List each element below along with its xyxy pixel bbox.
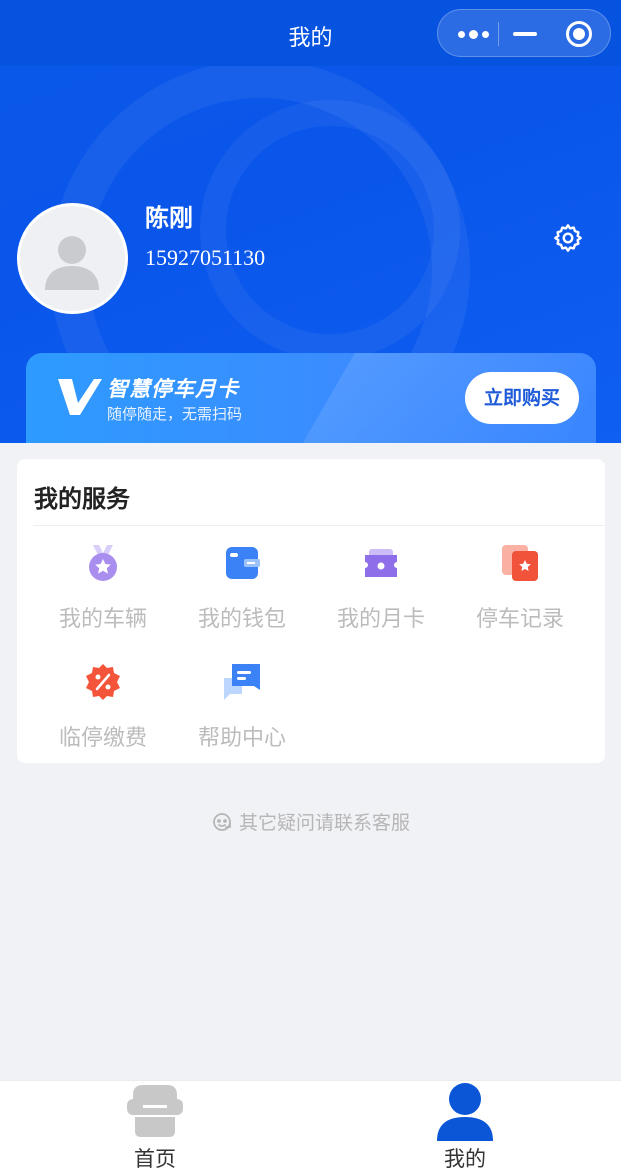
- chat-help-icon: [222, 662, 262, 702]
- ticket-card-icon: [361, 543, 401, 583]
- service-label: 我的车辆: [58, 607, 147, 632]
- target-close-icon[interactable]: [566, 21, 592, 47]
- service-my-wallet[interactable]: 我的钱包: [172, 543, 312, 653]
- service-temporary-parking-payment[interactable]: 临停缴费: [33, 662, 173, 772]
- service-my-monthly-card[interactable]: 我的月卡: [311, 543, 451, 653]
- v-logo-icon: [56, 373, 104, 421]
- header-decoration-inner: [200, 100, 460, 360]
- contact-text: 其它疑问请联系客服: [238, 812, 410, 834]
- service-label: 帮助中心: [197, 726, 286, 751]
- service-parking-records[interactable]: 停车记录: [450, 543, 590, 653]
- buy-now-button[interactable]: 立即购买: [465, 372, 579, 424]
- customer-service-icon: [211, 811, 233, 833]
- tab-label: 首页: [134, 1147, 176, 1170]
- gear-icon[interactable]: [552, 222, 584, 254]
- nav-bar: 我的: [0, 0, 621, 66]
- profile-header: 我的 陈刚 15927051130 智慧停车月卡 随停随走，无需扫码 立即购买: [0, 0, 621, 443]
- service-label: 临停缴费: [58, 726, 147, 751]
- home-car-icon: [123, 1081, 187, 1141]
- contact-customer-service[interactable]: 其它疑问请联系客服: [0, 808, 621, 835]
- service-label: 停车记录: [475, 607, 564, 632]
- banner-subtitle: 随停随走，无需扫码: [107, 405, 243, 423]
- more-dots-icon[interactable]: [458, 26, 498, 42]
- service-my-vehicles[interactable]: 我的车辆: [33, 543, 173, 653]
- monthly-card-banner[interactable]: 智慧停车月卡 随停随走，无需扫码 立即购买: [26, 353, 596, 443]
- user-name: 陈刚: [145, 204, 193, 232]
- bottom-tab-bar: 首页 我的: [0, 1080, 621, 1170]
- capsule-divider: [498, 22, 499, 46]
- discount-badge-icon: [83, 662, 123, 702]
- banner-title: 智慧停车月卡: [107, 377, 239, 401]
- service-help-center[interactable]: 帮助中心: [172, 662, 312, 772]
- default-avatar-icon[interactable]: [17, 203, 128, 314]
- divider: [33, 525, 605, 526]
- tab-label: 我的: [444, 1147, 486, 1170]
- user-icon: [433, 1081, 497, 1141]
- wallet-icon: [222, 543, 262, 583]
- services-title: 我的服务: [34, 485, 130, 513]
- minimize-icon[interactable]: [513, 32, 537, 36]
- service-label: 我的月卡: [336, 607, 425, 632]
- my-services-card: 我的服务 我的车辆 我的钱包 我的月卡 停车记录 临停缴费 帮助中心: [17, 459, 605, 763]
- mini-program-capsule: [437, 9, 611, 57]
- record-star-icon: [500, 543, 540, 583]
- user-phone: 15927051130: [145, 245, 266, 270]
- tab-home[interactable]: 首页: [0, 1081, 310, 1170]
- tab-mine[interactable]: 我的: [310, 1081, 620, 1170]
- medal-star-icon: [83, 543, 123, 583]
- service-label: 我的钱包: [197, 607, 286, 632]
